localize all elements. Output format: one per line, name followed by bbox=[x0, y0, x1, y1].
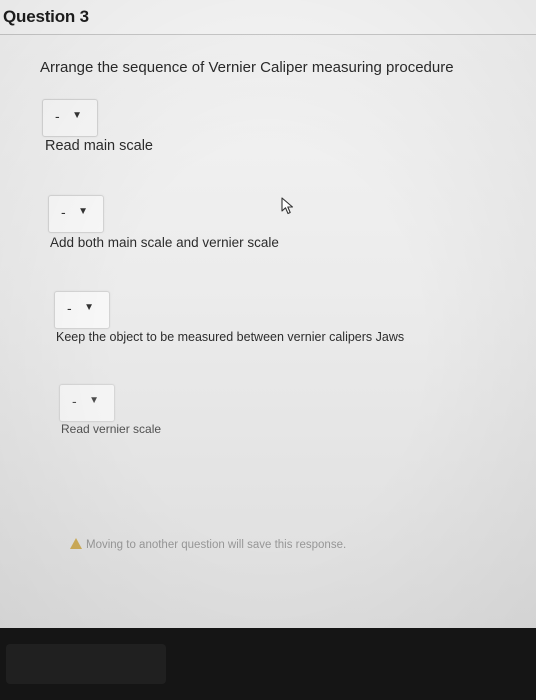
question-header: Question 3 bbox=[0, 0, 536, 35]
dark-region bbox=[6, 644, 166, 684]
question-title: Question 3 bbox=[3, 7, 89, 26]
order-select-value: - bbox=[55, 108, 60, 124]
sequence-item-label: Read vernier scale bbox=[61, 422, 162, 436]
chevron-down-icon: ▼ bbox=[89, 395, 99, 406]
order-select-value: - bbox=[67, 300, 72, 316]
mouse-cursor-icon bbox=[281, 197, 294, 215]
chevron-down-icon: ▼ bbox=[72, 110, 82, 121]
save-notice-text: Moving to another question will save thi… bbox=[86, 539, 347, 551]
save-notice: Moving to another question will save thi… bbox=[70, 538, 346, 551]
chevron-down-icon: ▼ bbox=[84, 302, 94, 313]
order-select-4[interactable]: - ▼ bbox=[59, 384, 115, 422]
dark-bottom-area bbox=[0, 628, 536, 700]
order-select-1[interactable]: - ▼ bbox=[42, 99, 98, 137]
chevron-down-icon: ▼ bbox=[78, 206, 88, 217]
quiz-screen: Question 3 Arrange the sequence of Verni… bbox=[0, 0, 536, 628]
question-prompt: Arrange the sequence of Vernier Caliper … bbox=[40, 59, 454, 76]
sequence-item-label: Keep the object to be measured between v… bbox=[56, 330, 405, 344]
order-select-value: - bbox=[61, 204, 66, 220]
order-select-3[interactable]: - ▼ bbox=[54, 291, 110, 329]
order-select-value: - bbox=[72, 393, 77, 409]
sequence-item-label: Read main scale bbox=[45, 138, 153, 154]
order-select-2[interactable]: - ▼ bbox=[48, 195, 104, 233]
sequence-item-label: Add both main scale and vernier scale bbox=[50, 235, 279, 250]
warning-icon bbox=[70, 538, 82, 549]
